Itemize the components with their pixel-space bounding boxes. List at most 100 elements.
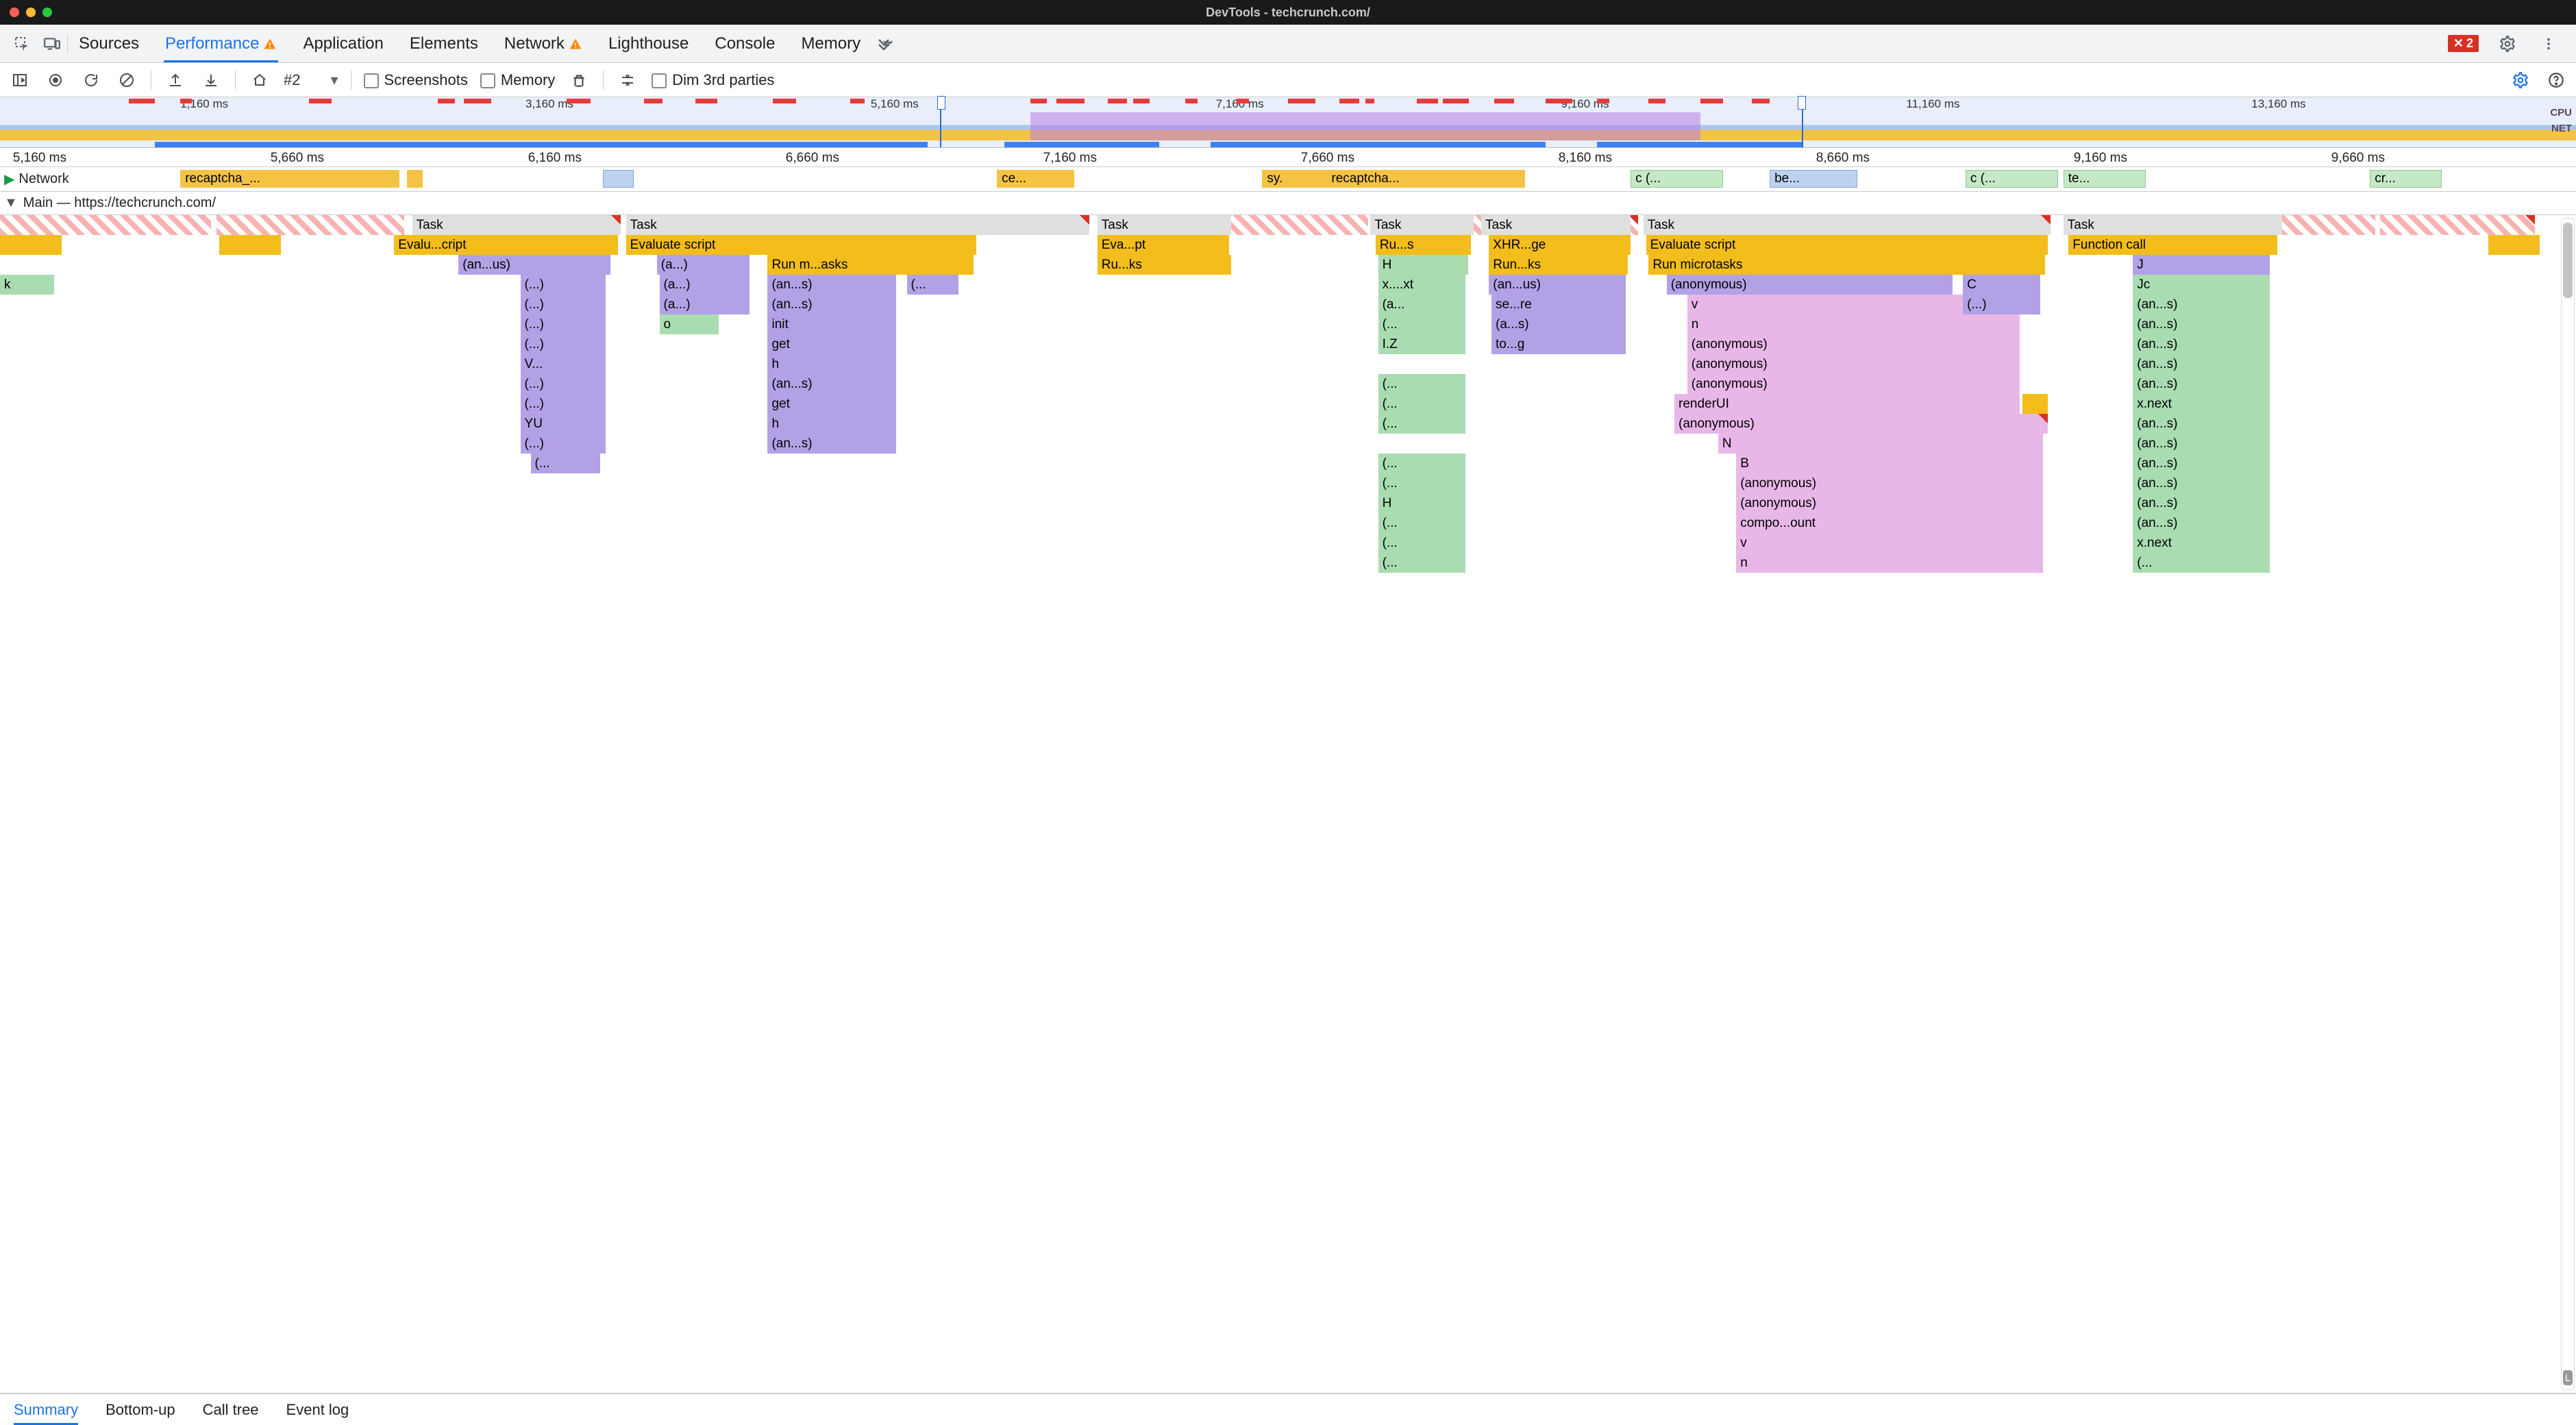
network-request[interactable]: c (... [1966, 170, 2058, 188]
flame-frame[interactable]: (an...s) [2133, 473, 2269, 493]
overview-viewport[interactable] [940, 97, 1803, 147]
help-icon[interactable] [2544, 69, 2568, 92]
flame-frame[interactable]: (...) [1963, 295, 2040, 314]
tab-network[interactable]: Network [503, 25, 584, 62]
flame-frame[interactable]: Task [412, 215, 621, 235]
flame-frame[interactable]: Evalu...cript [394, 235, 618, 255]
flame-frame[interactable]: Ru...s [1376, 235, 1471, 255]
network-request[interactable]: recaptcha... [1326, 170, 1525, 188]
flame-frame[interactable]: n [1736, 553, 2042, 573]
flame-frame[interactable]: v [1736, 533, 2042, 553]
gc-icon[interactable] [567, 69, 591, 92]
memory-checkbox[interactable]: Memory [480, 71, 555, 89]
flame-frame[interactable]: (... [1378, 414, 1466, 434]
flame-frame[interactable]: renderUI [1674, 394, 2020, 414]
flame-frame[interactable]: Run...ks [1489, 255, 1628, 275]
flame-frame[interactable]: (anonymous) [1667, 275, 1953, 295]
network-lane[interactable]: ▶Network recaptcha_...ce...sy.recaptcha.… [0, 167, 2576, 192]
flame-frame[interactable]: (... [1378, 374, 1466, 394]
network-request[interactable]: te... [2064, 170, 2146, 188]
bottom-tab-bottom-up[interactable]: Bottom-up [106, 1394, 175, 1425]
download-icon[interactable] [199, 69, 223, 92]
flame-frame[interactable]: (...) [521, 374, 606, 394]
tab-elements[interactable]: Elements [408, 25, 480, 62]
flame-frame[interactable]: h [767, 414, 896, 434]
flame-frame[interactable] [0, 215, 211, 235]
flame-frame[interactable]: compo...ount [1736, 513, 2042, 533]
flame-frame[interactable]: (an...s) [2133, 414, 2269, 434]
flame-frame[interactable]: (an...s) [2133, 374, 2269, 394]
flame-frame[interactable]: k [0, 275, 54, 295]
flame-frame[interactable]: (...) [521, 434, 606, 454]
flame-frame[interactable]: to...g [1491, 334, 1626, 354]
flame-frame[interactable]: (... [1378, 513, 1466, 533]
flame-frame[interactable]: (...) [521, 295, 606, 314]
network-request[interactable]: cr... [2370, 170, 2442, 188]
devtools-settings-icon[interactable] [2492, 29, 2523, 59]
overview-minimap[interactable]: 1,160 ms3,160 ms5,160 ms7,160 ms9,160 ms… [0, 97, 2576, 148]
flame-frame[interactable]: (a...) [660, 295, 750, 314]
flame-frame[interactable]: I.Z [1378, 334, 1466, 354]
flame-frame[interactable]: (... [1378, 394, 1466, 414]
network-request[interactable]: ce... [997, 170, 1074, 188]
tab-lighthouse[interactable]: Lighthouse [607, 25, 690, 62]
flame-frame[interactable]: (an...s) [2133, 314, 2269, 334]
recording-select[interactable]: #2 ▾ [284, 71, 338, 89]
flame-frame[interactable]: (... [531, 454, 601, 473]
flame-frame[interactable]: (...) [521, 275, 606, 295]
flame-frame[interactable]: Task [1370, 215, 1473, 235]
flame-frame[interactable]: (...) [521, 334, 606, 354]
network-request[interactable]: be... [1770, 170, 1857, 188]
flame-frame[interactable]: (a...s) [1491, 314, 1626, 334]
flame-frame[interactable]: (... [1378, 533, 1466, 553]
overview-handle-right[interactable] [1798, 96, 1806, 110]
flame-frame[interactable]: (... [1378, 473, 1466, 493]
inspect-element-icon[interactable] [7, 29, 37, 59]
flame-frame[interactable]: B [1736, 454, 2042, 473]
flame-frame[interactable] [219, 235, 281, 255]
flame-frame[interactable]: YU [521, 414, 606, 434]
device-toolbar-icon[interactable] [37, 29, 67, 59]
flame-frame[interactable]: Run microtasks [1648, 255, 2045, 275]
flame-frame[interactable]: H [1378, 493, 1466, 513]
toggle-side-panel-icon[interactable] [8, 69, 32, 92]
flame-frame[interactable]: Task [1481, 215, 1631, 235]
flame-frame[interactable] [2022, 394, 2048, 414]
flame-frame[interactable]: (an...us) [458, 255, 610, 275]
bottom-tab-summary[interactable]: Summary [14, 1394, 78, 1425]
flame-frame[interactable]: (an...s) [2133, 513, 2269, 533]
more-options-icon[interactable] [2534, 29, 2564, 59]
flame-frame[interactable]: (an...s) [767, 295, 896, 314]
flame-frame[interactable]: Task [1644, 215, 2051, 235]
flame-frame[interactable]: (an...us) [1489, 275, 1625, 295]
vertical-scrollbar[interactable]: L [2561, 218, 2575, 1390]
flame-frame[interactable]: (anonymous) [1687, 374, 2020, 394]
flame-frame[interactable]: XHR...ge [1489, 235, 1631, 255]
flame-frame[interactable]: V... [521, 354, 606, 374]
tab-console[interactable]: Console [713, 25, 776, 62]
flame-frame[interactable]: (... [1378, 454, 1466, 473]
detail-ruler[interactable]: 5,160 ms5,660 ms6,160 ms6,660 ms7,160 ms… [0, 148, 2576, 167]
flame-frame[interactable]: J [2133, 255, 2269, 275]
flame-frame[interactable]: (anonymous) [1736, 493, 2042, 513]
flame-frame[interactable]: get [767, 394, 896, 414]
network-request[interactable]: c (... [1631, 170, 1723, 188]
flame-frame[interactable]: h [767, 354, 896, 374]
dim-3rd-parties-checkbox[interactable]: Dim 3rd parties [652, 71, 774, 89]
flame-frame[interactable] [2380, 215, 2535, 235]
flame-frame[interactable]: init [767, 314, 896, 334]
tab-memory[interactable]: Memory [800, 25, 862, 62]
flame-frame[interactable] [216, 215, 404, 235]
overview-handle-left[interactable] [937, 96, 945, 110]
flame-frame[interactable]: x....xt [1378, 275, 1466, 295]
main-thread-header[interactable]: ▼ Main — https://techcrunch.com/ [0, 192, 2576, 215]
flame-frame[interactable]: (a...) [657, 255, 750, 275]
flame-frame[interactable] [2488, 235, 2540, 255]
flame-frame[interactable]: Task [2064, 215, 2283, 235]
upload-icon[interactable] [164, 69, 187, 92]
flame-frame[interactable]: (an...s) [2133, 334, 2269, 354]
record-icon[interactable] [44, 69, 67, 92]
flame-frame[interactable] [0, 235, 62, 255]
flame-frame[interactable]: Function call [2068, 235, 2277, 255]
flame-frame[interactable]: (an...s) [2133, 295, 2269, 314]
